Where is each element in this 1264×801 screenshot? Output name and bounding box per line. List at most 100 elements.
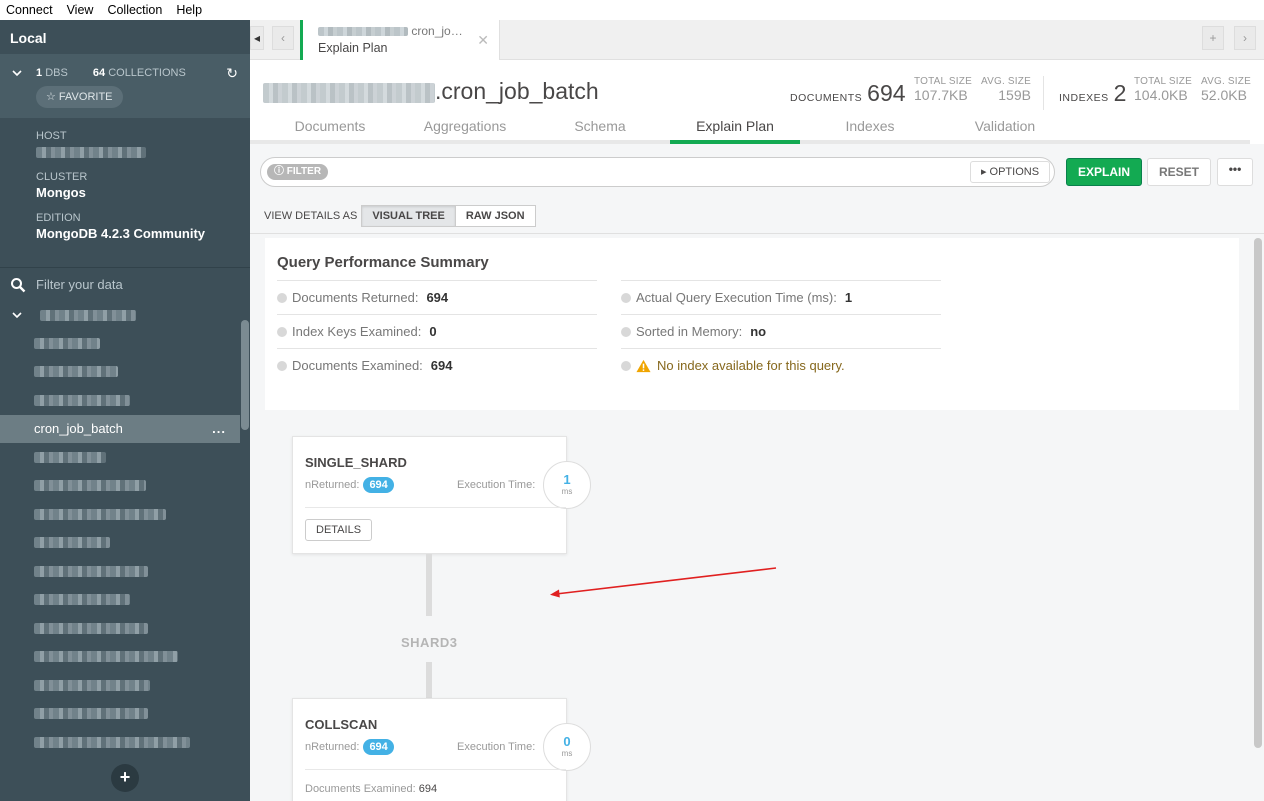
nreturned-badge: 694: [363, 739, 394, 755]
visual-tree-toggle[interactable]: VISUAL TREE: [361, 205, 456, 227]
tab-documents[interactable]: Documents: [265, 116, 395, 144]
tab-namespace: cron_jo…: [318, 24, 499, 38]
collection-item[interactable]: [0, 557, 250, 586]
query-performance-summary: Query Performance Summary Documents Retu…: [265, 238, 1239, 410]
menu-bar: Connect View Collection Help: [0, 0, 1264, 20]
collection-namespace: .cron_job_batch: [263, 78, 599, 105]
collection-item[interactable]: [0, 614, 250, 643]
collection-item[interactable]: [0, 700, 250, 729]
nreturned: nReturned: 694: [305, 739, 394, 755]
chevron-down-icon[interactable]: [12, 68, 22, 78]
collection-name-redacted: [34, 594, 130, 606]
nreturned: nReturned: 694: [305, 477, 394, 493]
collection-name-redacted: [34, 480, 146, 492]
database-item[interactable]: [0, 301, 250, 329]
collection-subtabs: Documents Aggregations Schema Explain Pl…: [250, 116, 1250, 144]
menu-collection[interactable]: Collection: [107, 3, 162, 17]
chevron-down-icon[interactable]: [12, 310, 22, 320]
summary-sorted-in-memory: Sorted in Memory: no: [621, 314, 941, 348]
collection-item-active[interactable]: cron_job_batch ...: [0, 414, 240, 443]
summary-title: Query Performance Summary: [277, 254, 489, 271]
raw-json-toggle[interactable]: RAW JSON: [455, 205, 536, 227]
summary-exec-time: Actual Query Execution Time (ms): 1: [621, 280, 941, 314]
more-options-button[interactable]: •••: [1217, 158, 1253, 186]
collection-item[interactable]: [0, 500, 250, 529]
execution-time-label: Execution Time:: [457, 741, 536, 753]
sidebar: Local 1 DBS 64 COLLECTIONS ↻ ☆ FAVORITE …: [0, 20, 250, 801]
filter-data-input[interactable]: [36, 277, 226, 292]
tab-validation[interactable]: Validation: [940, 116, 1070, 144]
collection-actions-button[interactable]: ...: [212, 421, 226, 436]
summary-no-index-warning: No index available for this query.: [621, 348, 941, 382]
tab-next-button[interactable]: ›: [1234, 26, 1256, 50]
total-size-stat: TOTAL SIZE 107.7KB: [914, 76, 972, 103]
tab-aggregations[interactable]: Aggregations: [400, 116, 530, 144]
add-database-button[interactable]: +: [111, 764, 139, 792]
divider: [1043, 76, 1044, 110]
info-icon: [621, 292, 631, 303]
content-scrollbar[interactable]: [1254, 238, 1262, 748]
cluster-label: CLUSTER: [36, 171, 88, 183]
collection-item[interactable]: [0, 443, 250, 472]
tab-indexes[interactable]: Indexes: [805, 116, 935, 144]
tab-prev-button[interactable]: ‹: [272, 26, 294, 50]
menu-connect[interactable]: Connect: [6, 3, 53, 17]
collection-item[interactable]: [0, 329, 250, 358]
warning-icon: [636, 359, 651, 372]
collection-item[interactable]: [0, 529, 250, 558]
collection-item[interactable]: [0, 643, 250, 672]
collection-name-redacted: [34, 736, 190, 748]
info-icon: [621, 326, 631, 337]
tab-schema[interactable]: Schema: [535, 116, 665, 144]
tab-explain-plan-active[interactable]: Explain Plan: [670, 116, 800, 144]
collection-header: .cron_job_batch DOCUMENTS 694 TOTAL SIZE 1…: [250, 60, 1264, 144]
details-button[interactable]: DETAILS: [305, 519, 373, 541]
collection-item[interactable]: [0, 671, 250, 700]
edition-label: EDITION: [36, 212, 81, 224]
collection-item[interactable]: [0, 358, 250, 387]
favorite-button[interactable]: ☆ FAVORITE: [36, 86, 123, 108]
explain-button[interactable]: EXPLAIN: [1066, 158, 1142, 186]
refresh-icon[interactable]: ↻: [226, 65, 238, 82]
collection-name-redacted: [34, 366, 118, 378]
close-icon[interactable]: ✕: [477, 32, 489, 49]
dbs-label: DBS: [45, 67, 68, 79]
new-tab-button[interactable]: +: [1202, 26, 1224, 50]
collections-label: COLLECTIONS: [108, 67, 186, 79]
host-label: HOST: [36, 130, 67, 142]
info-icon: [277, 326, 287, 337]
filter-input[interactable]: ⓘ FILTER ▸ OPTIONS: [260, 157, 1055, 187]
collection-name-redacted: [34, 565, 148, 577]
info-icon: [277, 292, 287, 303]
menu-help[interactable]: Help: [176, 3, 202, 17]
sidebar-scrollbar[interactable]: [241, 320, 249, 430]
menu-view[interactable]: View: [67, 3, 94, 17]
collection-name-redacted: [34, 508, 166, 520]
index-avg-size-stat: AVG. SIZE 52.0KB: [1201, 76, 1251, 103]
annotation-arrow-icon: [550, 567, 777, 598]
collection-name-redacted: [34, 451, 106, 463]
tab-explain-plan[interactable]: cron_jo… Explain Plan ✕: [300, 20, 500, 60]
sidebar-instance-info: HOST CLUSTER Mongos EDITION MongoDB 4.2.…: [0, 118, 250, 267]
tabs-left-arrow[interactable]: ◂: [250, 26, 264, 50]
search-icon: [11, 277, 26, 292]
tree-connector: [426, 662, 432, 698]
view-as-label: VIEW DETAILS AS: [264, 210, 358, 222]
collection-item[interactable]: [0, 728, 250, 757]
sidebar-stats: 1 DBS 64 COLLECTIONS ↻ ☆ FAVORITE: [0, 54, 250, 118]
collection-item[interactable]: [0, 586, 250, 615]
info-icon: [621, 360, 631, 371]
collection-name-redacted: [34, 337, 100, 349]
reset-button[interactable]: RESET: [1147, 158, 1211, 186]
options-button[interactable]: ▸ OPTIONS: [970, 161, 1050, 183]
database-tree: cron_job_batch ...: [0, 301, 250, 761]
nreturned-badge: 694: [363, 477, 394, 493]
avg-size-stat: AVG. SIZE 159B: [981, 76, 1031, 103]
sidebar-title: Local: [0, 20, 250, 54]
stage-title: COLLSCAN: [305, 717, 378, 732]
collection-item[interactable]: [0, 386, 250, 415]
collection-name-redacted: [34, 394, 130, 406]
dbs-count: 1: [36, 67, 43, 79]
collection-item[interactable]: [0, 472, 250, 501]
collection-name-redacted: [34, 622, 148, 634]
